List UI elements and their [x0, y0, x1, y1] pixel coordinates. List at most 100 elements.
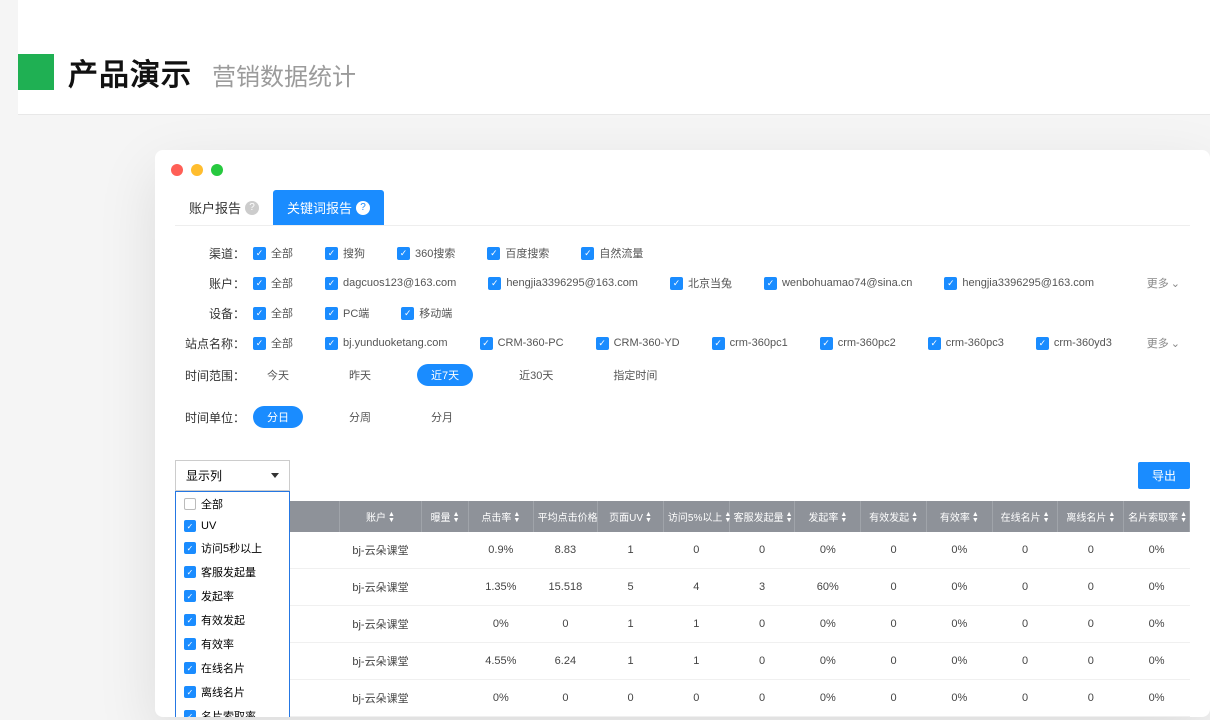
dropdown-item-label: 客服发起量 — [201, 564, 256, 580]
time-pill[interactable]: 昨天 — [335, 364, 385, 386]
filter-option[interactable]: crm-360pc1 — [712, 337, 788, 350]
time-pill[interactable]: 分月 — [417, 406, 467, 428]
time-pill[interactable]: 近30天 — [505, 364, 567, 386]
time-pill[interactable]: 近7天 — [417, 364, 473, 386]
filter-option[interactable]: crm-360pc3 — [928, 337, 1004, 350]
more-link[interactable]: 更多 ⌄ — [1147, 275, 1180, 291]
filter-option[interactable]: hengjia3396295@163.com — [488, 277, 638, 290]
table-cell: 0% — [1124, 643, 1190, 680]
dropdown-item[interactable]: 全部 — [176, 492, 289, 516]
more-link[interactable]: 更多 ⌄ — [1147, 335, 1180, 351]
option-label: crm-360pc2 — [838, 337, 896, 349]
filter-option[interactable]: hengjia3396295@163.com — [944, 277, 1094, 290]
filter-option[interactable]: CRM-360-PC — [480, 337, 564, 350]
maximize-icon[interactable] — [211, 164, 223, 176]
sort-icon: ▲▼ — [453, 512, 460, 524]
dropdown-item[interactable]: 在线名片 — [176, 656, 289, 680]
table-cell: 0% — [795, 532, 861, 569]
table-header-cell[interactable]: 发起率▲▼ — [795, 501, 861, 532]
dropdown-item[interactable]: 访问5秒以上 — [176, 536, 289, 560]
sort-icon: ▲▼ — [786, 512, 793, 524]
filter-label: 设备： — [175, 305, 245, 322]
filter-option[interactable]: 北京当兔 — [670, 275, 732, 291]
table-header-cell[interactable]: 曝量▲▼ — [422, 501, 469, 532]
filter-option[interactable]: bj.yunduoketang.com — [325, 337, 448, 350]
filter-option[interactable]: CRM-360-YD — [596, 337, 680, 350]
filter-option[interactable]: wenbohuamao74@sina.cn — [764, 277, 912, 290]
export-button[interactable]: 导出 — [1138, 462, 1190, 489]
table-header-cell[interactable]: 有效率▲▼ — [926, 501, 992, 532]
table-cell: 1 — [598, 532, 664, 569]
sort-icon: ▲▼ — [645, 512, 652, 524]
help-icon[interactable]: ? — [245, 201, 259, 215]
table-header-cell[interactable]: 平均点击价格(元)▲▼ — [533, 501, 598, 532]
sort-icon: ▲▼ — [1180, 512, 1187, 524]
time-pill[interactable]: 分周 — [335, 406, 385, 428]
chevron-down-icon: ⌄ — [1171, 277, 1180, 290]
filter-option[interactable]: 全部 — [253, 245, 293, 261]
checkbox-icon — [184, 686, 196, 698]
table-header-cell[interactable]: 有效发起▲▼ — [861, 501, 927, 532]
checkbox-icon — [184, 566, 196, 578]
table-header-cell[interactable]: 访问5%以上▲▼ — [663, 501, 729, 532]
filter-option[interactable]: 移动端 — [401, 305, 452, 321]
checkbox-icon — [928, 337, 941, 350]
filter-option[interactable]: PC端 — [325, 305, 369, 321]
help-icon[interactable]: ? — [356, 201, 370, 215]
time-pill[interactable]: 今天 — [253, 364, 303, 386]
filter-option[interactable]: 全部 — [253, 275, 293, 291]
dropdown-item[interactable]: 发起率 — [176, 584, 289, 608]
filter-option[interactable]: 360搜索 — [397, 245, 455, 261]
filter-row-timerange: 时间范围： 今天昨天近7天近30天指定时间 — [175, 358, 1190, 392]
dropdown-item-label: 在线名片 — [201, 660, 245, 676]
table-header-cell[interactable]: 在线名片▲▼ — [992, 501, 1058, 532]
dropdown-item[interactable]: 有效率 — [176, 632, 289, 656]
caret-down-icon — [271, 473, 279, 478]
table-cell: 0% — [1124, 606, 1190, 643]
table-header-cell[interactable]: 账户▲▼ — [339, 501, 421, 532]
checkbox-icon — [325, 307, 338, 320]
table-cell: 0% — [926, 606, 992, 643]
table-cell — [422, 643, 469, 680]
table-cell: 1 — [663, 643, 729, 680]
filter-option[interactable]: 搜狗 — [325, 245, 365, 261]
table-header-cell[interactable]: 点击率▲▼ — [469, 501, 534, 532]
filter-option[interactable]: crm-360yd3 — [1036, 337, 1112, 350]
table-cell — [422, 569, 469, 606]
minimize-icon[interactable] — [191, 164, 203, 176]
table-body: bj-云朵课堂0.9%8.831000%00%000%bj-云朵课堂1.35%1… — [175, 532, 1190, 717]
filter-option[interactable]: crm-360pc2 — [820, 337, 896, 350]
table-cell — [422, 680, 469, 717]
dropdown-item[interactable]: UV — [176, 516, 289, 536]
checkbox-icon — [253, 307, 266, 320]
option-label: crm-360yd3 — [1054, 337, 1112, 349]
option-label: 自然流量 — [599, 245, 643, 261]
tab-keyword-report[interactable]: 关键词报告 ? — [273, 190, 384, 225]
table-cell — [422, 532, 469, 569]
columns-dropdown-button[interactable]: 显示列 — [175, 460, 290, 491]
table-cell: 0% — [926, 643, 992, 680]
filter-option[interactable]: 全部 — [253, 305, 293, 321]
close-icon[interactable] — [171, 164, 183, 176]
dropdown-item[interactable]: 名片索取率 — [176, 704, 289, 717]
time-pill[interactable]: 指定时间 — [599, 364, 671, 386]
table-header-cell[interactable]: 客服发起量▲▼ — [729, 501, 795, 532]
checkbox-icon — [596, 337, 609, 350]
table-header-cell[interactable]: 页面UV▲▼ — [598, 501, 664, 532]
table-header-cell[interactable]: 名片索取率▲▼ — [1124, 501, 1190, 532]
dropdown-item[interactable]: 离线名片 — [176, 680, 289, 704]
filter-option[interactable]: 全部 — [253, 335, 293, 351]
table-header-cell[interactable]: 离线名片▲▼ — [1058, 501, 1124, 532]
table-cell: 0% — [926, 532, 992, 569]
option-label: crm-360pc3 — [946, 337, 1004, 349]
time-pill[interactable]: 分日 — [253, 406, 303, 428]
filter-option[interactable]: dagcuos123@163.com — [325, 277, 456, 290]
filter-row-timeunit: 时间单位： 分日分周分月 — [175, 400, 1190, 434]
filter-option[interactable]: 百度搜索 — [487, 245, 549, 261]
table-row: bj-云朵课堂0%01100%00%000% — [175, 606, 1190, 643]
dropdown-item[interactable]: 有效发起 — [176, 608, 289, 632]
tab-account-report[interactable]: 账户报告 ? — [175, 190, 273, 225]
filter-option[interactable]: 自然流量 — [581, 245, 643, 261]
filter-label: 渠道： — [175, 245, 245, 262]
dropdown-item[interactable]: 客服发起量 — [176, 560, 289, 584]
